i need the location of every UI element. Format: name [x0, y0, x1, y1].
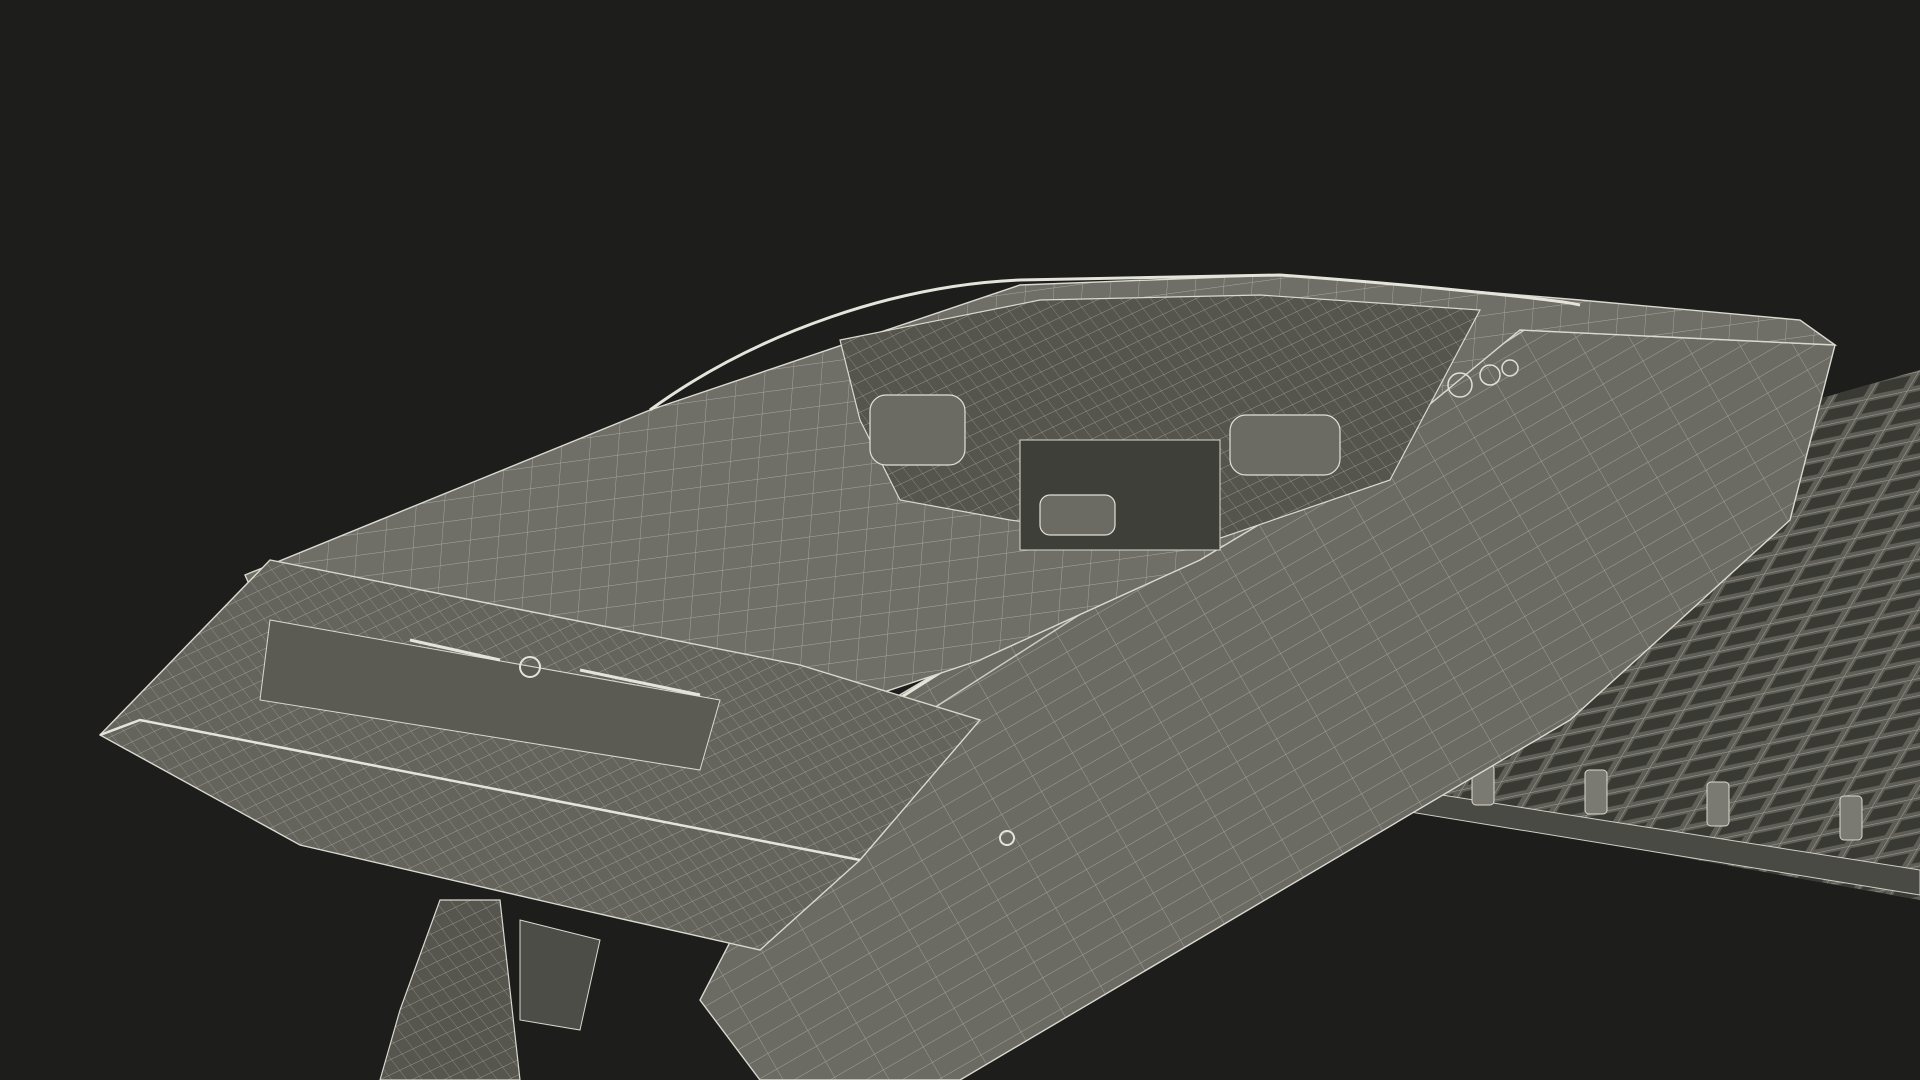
wireframe-render	[0, 0, 1920, 1080]
render-viewport	[0, 0, 1920, 1080]
